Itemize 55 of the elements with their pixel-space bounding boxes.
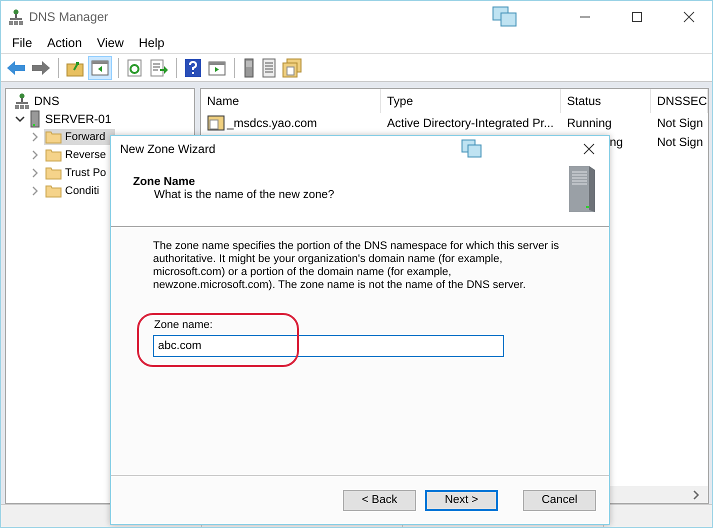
tree-item[interactable]: SERVER-01 <box>45 112 112 126</box>
tree-item[interactable]: Forward <box>44 129 116 145</box>
tree-item[interactable]: Conditi <box>44 183 110 199</box>
scroll-right-icon[interactable] <box>692 490 700 500</box>
field-label: Zone name: <box>153 319 214 331</box>
back-arrow-icon[interactable] <box>6 58 26 76</box>
dns-tree-icon <box>9 8 23 24</box>
menu-item[interactable]: View <box>96 36 124 50</box>
folder-icon <box>45 184 62 198</box>
dialog-title: New Zone Wizard <box>120 142 216 156</box>
description-text: The zone name specifies the portion of the DNS namespace for which this server is authoritative. It might be your organization's domain name (for example, microsoft.com) or a portion of the domain name (for example, newzone.microsoft.com). The zone name is not the name of the DNS server. <box>153 240 560 292</box>
list-icon[interactable] <box>261 58 277 78</box>
table-cell[interactable]: _msdcs.yao.com <box>226 116 318 130</box>
wizard-button[interactable]: < Back <box>343 490 416 510</box>
close-icon[interactable] <box>683 10 695 22</box>
close-icon[interactable] <box>583 143 595 155</box>
expand-caret-icon[interactable] <box>15 114 25 124</box>
table-cell: Not Sign <box>656 116 704 130</box>
zone-file-icon <box>206 114 225 130</box>
folders-icon[interactable] <box>282 58 302 78</box>
wizard-button[interactable]: Next > <box>425 490 498 510</box>
windows-icon <box>492 6 518 28</box>
table-cell: Active Directory-Integrated Pr... <box>386 116 554 130</box>
maximize-icon[interactable] <box>631 10 643 22</box>
pane-icon[interactable] <box>207 58 227 76</box>
forward-arrow-icon[interactable] <box>31 58 51 76</box>
column-header[interactable]: Name <box>200 89 381 113</box>
table-cell: Running <box>566 116 612 130</box>
table-cell: Not Sign <box>656 134 704 148</box>
column-header[interactable]: DNSSEC <box>650 89 708 113</box>
help-icon[interactable] <box>184 58 202 78</box>
folder-icon <box>45 130 62 144</box>
export-list-icon[interactable] <box>149 58 169 76</box>
server-icon[interactable] <box>242 58 256 78</box>
tree-item[interactable]: Trust Po <box>44 165 116 181</box>
folder-icon <box>45 166 62 180</box>
page-heading: Zone Name <box>133 176 196 188</box>
table-cell: ng <box>610 134 623 148</box>
dns-tree-icon <box>15 93 29 109</box>
window-title: DNS Manager <box>29 10 110 24</box>
zone-name-field[interactable]: abc.com <box>153 335 504 357</box>
pane-toggle-icon[interactable] <box>89 56 111 78</box>
server-icon <box>30 110 40 128</box>
menu-item[interactable]: File <box>12 36 32 50</box>
menu-item[interactable]: Help <box>138 36 164 50</box>
menu-item[interactable]: Action <box>47 36 82 50</box>
page-subheading: What is the name of the new zone? <box>153 189 334 201</box>
column-header[interactable]: Type <box>380 89 561 113</box>
wizard-button[interactable]: Cancel <box>523 490 596 510</box>
windows-icon <box>461 139 483 159</box>
tree-item[interactable]: DNS <box>34 94 60 108</box>
tree-item[interactable]: Reverse <box>44 147 116 163</box>
column-header[interactable]: Status <box>560 89 651 113</box>
refresh-icon[interactable] <box>126 58 144 76</box>
folder-icon <box>45 148 62 162</box>
